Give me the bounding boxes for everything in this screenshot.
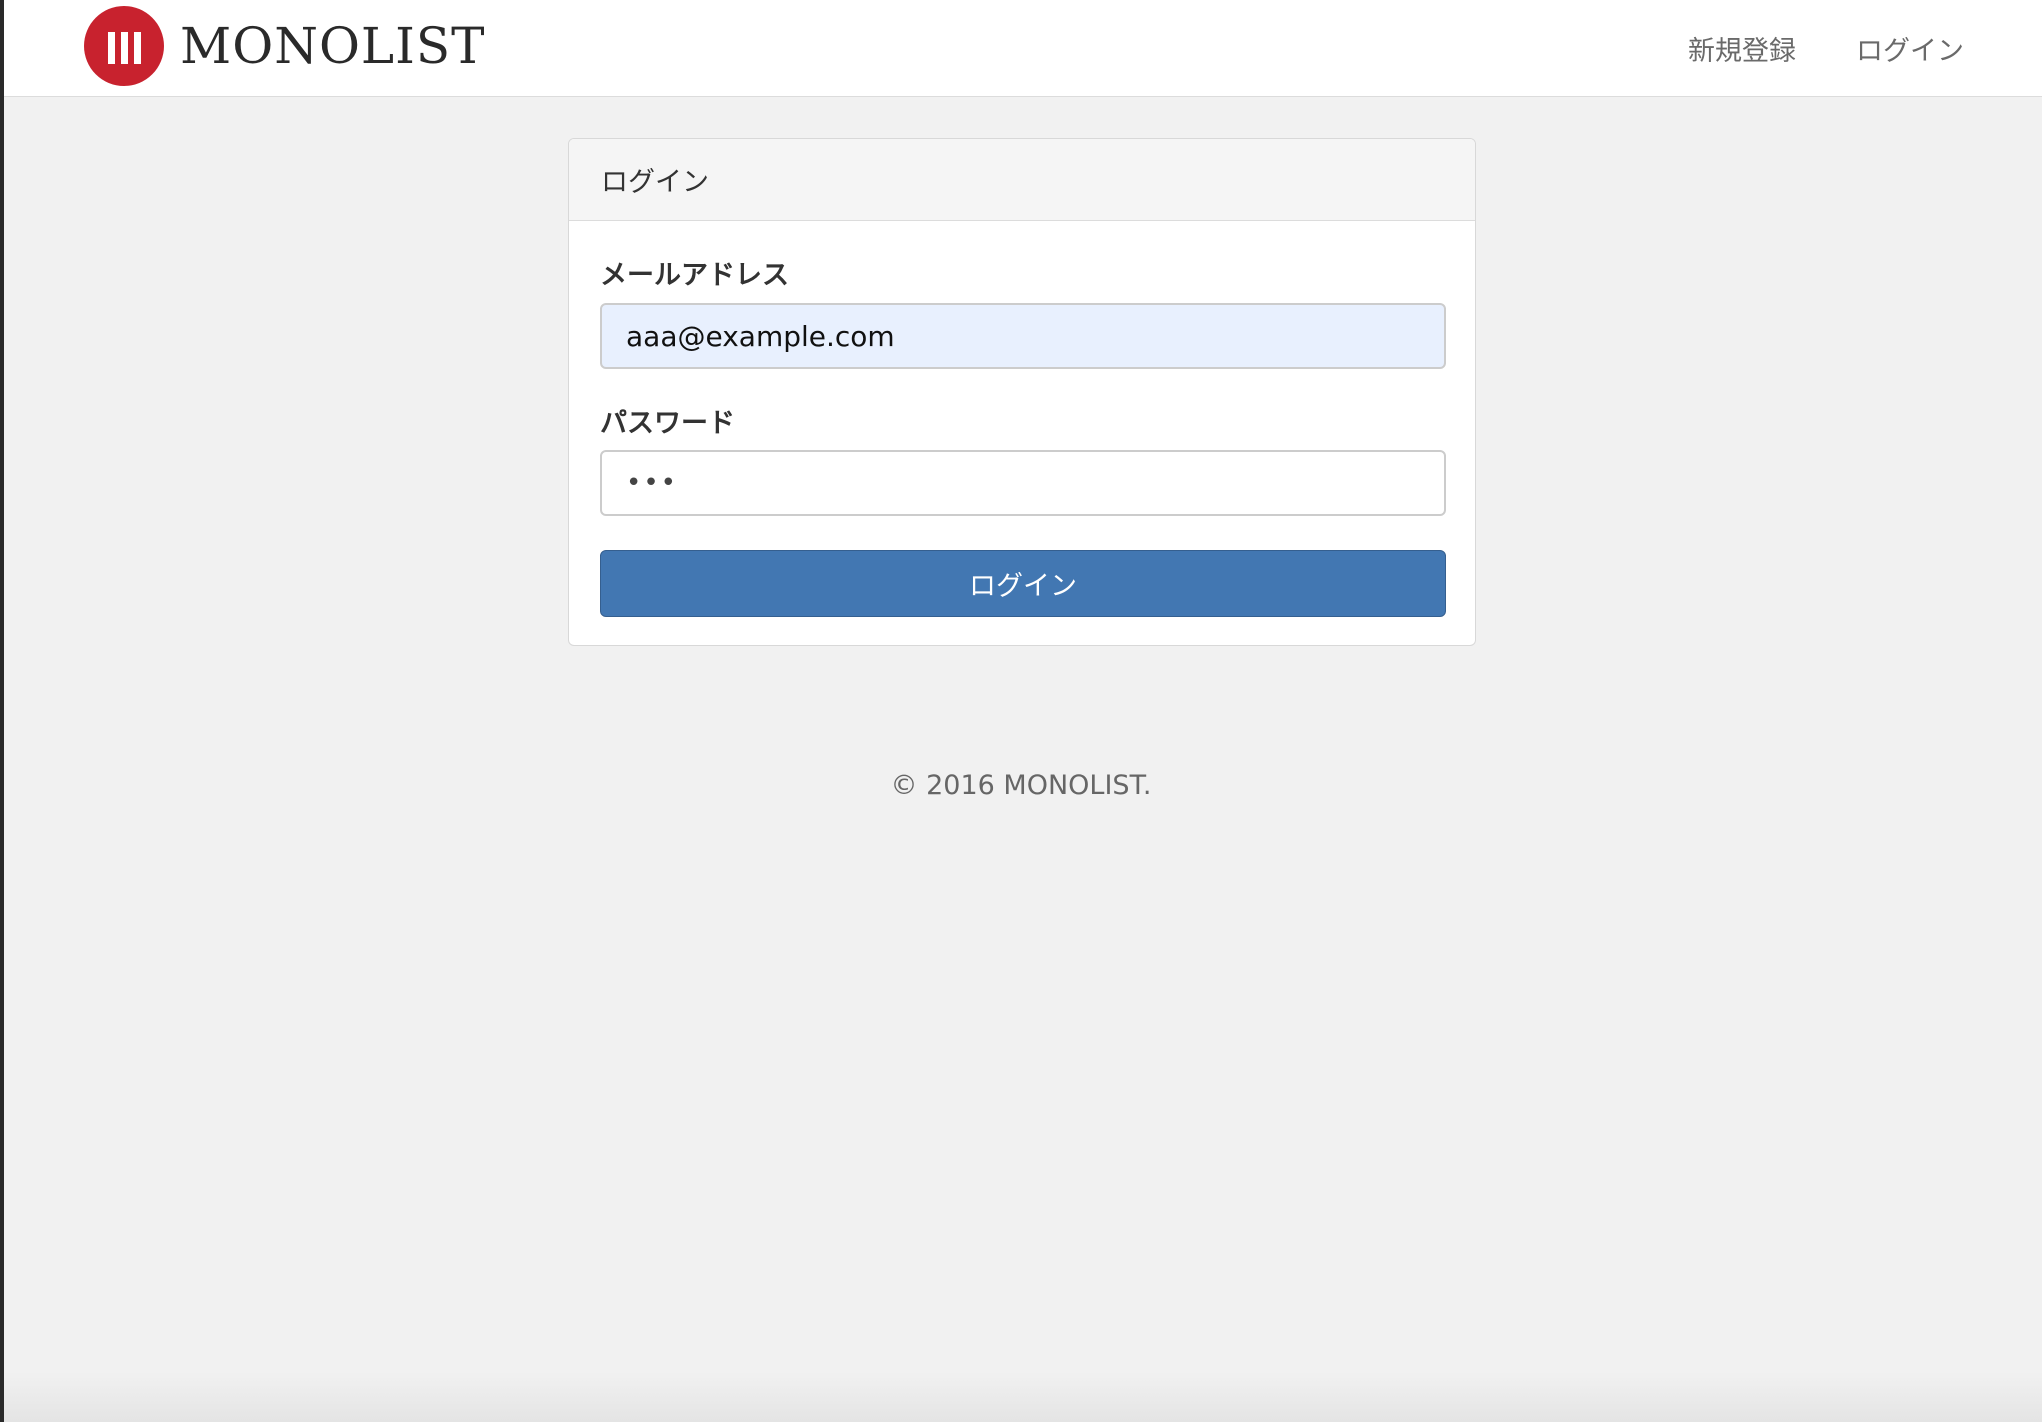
window-edge: [0, 0, 4, 1422]
footer-copyright: © 2016 MONOLIST.: [890, 770, 1152, 801]
emblem-bar: [121, 32, 128, 64]
password-field[interactable]: •••: [600, 450, 1446, 516]
panel-title: ログイン: [569, 139, 1475, 221]
email-label: メールアドレス: [600, 260, 789, 291]
brand-logo[interactable]: MONOLIST: [84, 6, 486, 86]
login-submit-button[interactable]: ログイン: [600, 550, 1446, 617]
email-value: aaa@example.com: [626, 319, 895, 353]
emblem-bar: [134, 32, 141, 64]
brand-name: MONOLIST: [180, 17, 486, 75]
navbar: MONOLIST 新規登録 ログイン: [4, 0, 2042, 97]
email-field[interactable]: aaa@example.com: [600, 303, 1446, 369]
password-value: •••: [626, 468, 679, 498]
nav-signup-link[interactable]: 新規登録: [1688, 29, 1796, 68]
password-label: パスワード: [600, 408, 735, 439]
nav-login-link[interactable]: ログイン: [1856, 29, 1964, 68]
login-panel: ログイン メールアドレス aaa@example.com パスワード ••• ロ…: [568, 138, 1476, 646]
emblem-bar: [108, 32, 115, 64]
bottom-shade: [4, 1372, 2042, 1422]
brand-emblem-icon: [84, 6, 164, 86]
nav-links: 新規登録 ログイン: [1688, 0, 1964, 96]
